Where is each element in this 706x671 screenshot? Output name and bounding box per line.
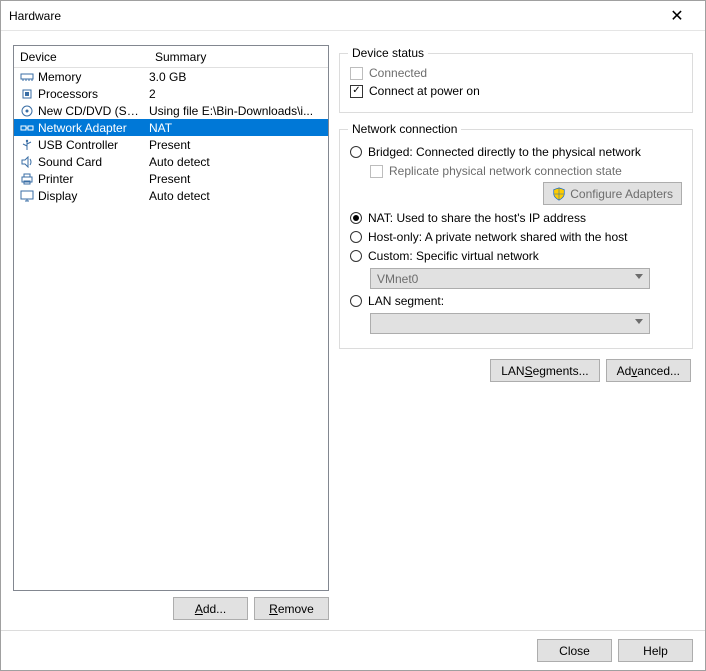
shield-icon [552, 187, 566, 201]
device-summary: Auto detect [149, 155, 328, 169]
network-connection-legend: Network connection [348, 122, 461, 136]
connect-power-checkbox[interactable]: ✓ Connect at power on [350, 84, 682, 98]
hostonly-radio[interactable]: Host-only: A private network shared with… [350, 230, 682, 244]
usb-icon [18, 138, 36, 152]
connected-checkbox: Connected [350, 66, 682, 80]
device-status-group: Device status Connected ✓ Connect at pow… [339, 53, 693, 113]
close-icon[interactable]: ✕ [657, 6, 697, 26]
lan-segment-label: LAN segment: [368, 294, 444, 308]
device-name: Network Adapter [38, 121, 149, 135]
device-list-header: Device Summary [14, 46, 328, 68]
window-title: Hardware [9, 9, 657, 23]
replicate-checkbox: Replicate physical network connection st… [370, 164, 682, 178]
chevron-down-icon [635, 274, 643, 279]
device-summary: Using file E:\Bin-Downloads\i... [149, 104, 328, 118]
close-button[interactable]: Close [537, 639, 612, 662]
advanced-button[interactable]: Advanced... [606, 359, 691, 382]
device-row[interactable]: USB ControllerPresent [14, 136, 328, 153]
dialog-footer: Close Help [1, 630, 705, 670]
device-row[interactable]: Sound CardAuto detect [14, 153, 328, 170]
left-pane: Device Summary Memory3.0 GBProcessors2Ne… [13, 45, 329, 620]
display-icon [18, 189, 36, 203]
device-summary: Present [149, 172, 328, 186]
lan-segment-dropdown [370, 313, 650, 334]
col-header-device[interactable]: Device [14, 50, 149, 64]
printer-icon [18, 172, 36, 186]
nat-label: NAT: Used to share the host's IP address [368, 211, 586, 225]
content-area: Device Summary Memory3.0 GBProcessors2Ne… [1, 31, 705, 630]
device-summary: 2 [149, 87, 328, 101]
device-list: Device Summary Memory3.0 GBProcessors2Ne… [13, 45, 329, 591]
device-summary: Present [149, 138, 328, 152]
remove-button[interactable]: Remove [254, 597, 329, 620]
connected-label: Connected [369, 66, 427, 80]
left-buttons: Add... Remove [13, 597, 329, 620]
custom-network-value: VMnet0 [377, 272, 418, 286]
connect-power-label: Connect at power on [369, 84, 480, 98]
bridged-radio[interactable]: Bridged: Connected directly to the physi… [350, 145, 682, 159]
col-header-summary[interactable]: Summary [149, 50, 328, 64]
replicate-label: Replicate physical network connection st… [389, 164, 622, 178]
right-pane: Device status Connected ✓ Connect at pow… [339, 45, 693, 620]
bridged-label: Bridged: Connected directly to the physi… [368, 145, 641, 159]
titlebar: Hardware ✕ [1, 1, 705, 31]
device-summary: NAT [149, 121, 328, 135]
right-buttons: LAN Segments... Advanced... [339, 359, 693, 382]
radio-icon [350, 231, 362, 243]
device-row[interactable]: Memory3.0 GB [14, 68, 328, 85]
memory-icon [18, 70, 36, 84]
device-name: New CD/DVD (SATA) [38, 104, 149, 118]
configure-adapters-button: Configure Adapters [543, 182, 682, 205]
device-name: Memory [38, 70, 149, 84]
custom-network-dropdown: VMnet0 [370, 268, 650, 289]
help-button[interactable]: Help [618, 639, 693, 662]
sound-icon [18, 155, 36, 169]
device-status-legend: Device status [348, 46, 428, 60]
checkbox-icon: ✓ [350, 85, 363, 98]
radio-icon [350, 295, 362, 307]
device-name: Display [38, 189, 149, 203]
cpu-icon [18, 87, 36, 101]
add-button[interactable]: Add... [173, 597, 248, 620]
radio-icon [350, 212, 362, 224]
device-name: Processors [38, 87, 149, 101]
radio-icon [350, 146, 362, 158]
device-summary: Auto detect [149, 189, 328, 203]
disc-icon [18, 104, 36, 118]
custom-radio[interactable]: Custom: Specific virtual network [350, 249, 682, 263]
device-summary: 3.0 GB [149, 70, 328, 84]
device-row[interactable]: PrinterPresent [14, 170, 328, 187]
chevron-down-icon [635, 319, 643, 324]
lan-segment-radio[interactable]: LAN segment: [350, 294, 682, 308]
configure-adapters-label: Configure Adapters [570, 187, 673, 201]
nat-radio[interactable]: NAT: Used to share the host's IP address [350, 211, 682, 225]
network-connection-group: Network connection Bridged: Connected di… [339, 129, 693, 349]
device-row[interactable]: Processors2 [14, 85, 328, 102]
device-name: Sound Card [38, 155, 149, 169]
hostonly-label: Host-only: A private network shared with… [368, 230, 627, 244]
device-row[interactable]: New CD/DVD (SATA)Using file E:\Bin-Downl… [14, 102, 328, 119]
device-name: Printer [38, 172, 149, 186]
custom-label: Custom: Specific virtual network [368, 249, 539, 263]
checkbox-icon [350, 67, 363, 80]
checkbox-icon [370, 165, 383, 178]
device-row[interactable]: Network AdapterNAT [14, 119, 328, 136]
device-row[interactable]: DisplayAuto detect [14, 187, 328, 204]
device-name: USB Controller [38, 138, 149, 152]
radio-icon [350, 250, 362, 262]
lan-segments-button[interactable]: LAN Segments... [490, 359, 599, 382]
net-icon [18, 121, 36, 135]
hardware-dialog: Hardware ✕ Device Summary Memory3.0 GBPr… [0, 0, 706, 671]
